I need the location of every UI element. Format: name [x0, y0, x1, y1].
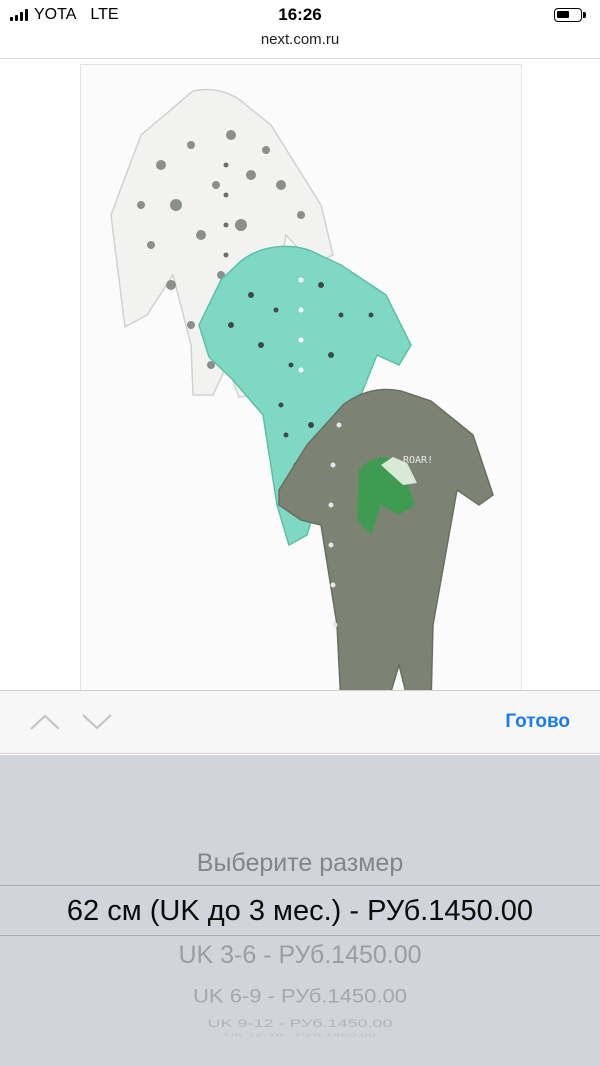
done-button[interactable]: Готово	[505, 711, 570, 733]
battery-icon	[554, 8, 586, 22]
selection-line-bottom	[0, 935, 600, 936]
divider	[0, 58, 600, 59]
picker-option-placeholder[interactable]: Выберите размер	[0, 849, 600, 878]
picker-option[interactable]: UK 3-6 - РУб.1450.00	[0, 941, 600, 970]
svg-text:ROAR!: ROAR!	[403, 455, 433, 466]
selection-line-top	[0, 885, 600, 886]
clock: 16:26	[278, 5, 322, 24]
chevron-up-icon[interactable]	[28, 711, 62, 733]
baby-sleepsuits-image: ROAR!	[110, 88, 494, 703]
picker-option-selected[interactable]: 62 см (UK до 3 мес.) - РУб.1450.00	[0, 895, 600, 928]
battery-level	[557, 11, 569, 18]
picker-option[interactable]: UK 12-18 - РУб.1450.00	[0, 1032, 600, 1038]
status-bar: YOTA LTE 16:26	[0, 0, 600, 32]
picker-option[interactable]: UK 9-12 - РУб.1450.00	[0, 1017, 600, 1030]
chevron-down-icon[interactable]	[80, 711, 114, 733]
picker-option[interactable]: UK 6-9 - РУб.1450.00	[0, 984, 600, 1007]
picker-toolbar: Готово	[0, 690, 600, 754]
size-picker[interactable]: Выберите размер 62 см (UK до 3 мес.) - Р…	[0, 755, 600, 1066]
url-bar[interactable]: next.com.ru	[0, 31, 600, 48]
product-image: ROAR!	[80, 64, 522, 704]
